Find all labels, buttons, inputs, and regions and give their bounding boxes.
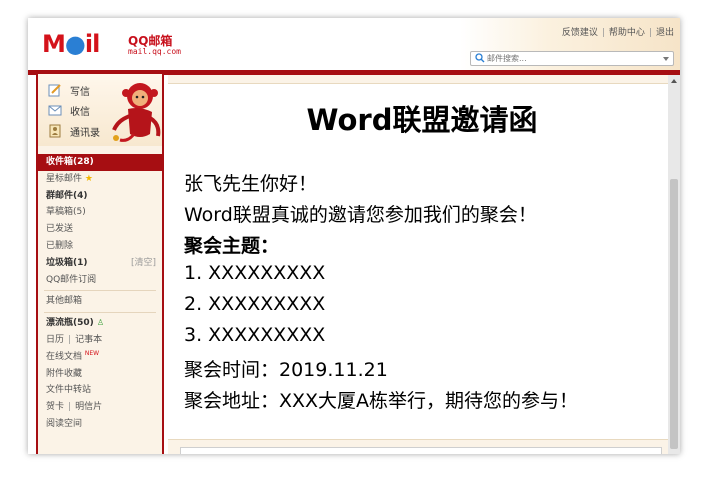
clear-spam-button[interactable]: [清空] [131,255,156,272]
online-docs-label: 在线文档 [46,351,83,362]
email-intro: Word联盟真诚的邀请您参加我们的聚会！ [184,204,537,226]
mail-search-box[interactable] [470,51,674,66]
feedback-link[interactable]: 反馈建议 [562,28,598,38]
content-top-bar [168,75,668,84]
logo-domain: mail.qq.com [128,47,181,56]
new-badge: NEW [84,349,100,357]
postcard-link[interactable]: 明信片 [75,402,102,412]
email-place: 聚会地址：XXX大厦A栋举行，期待您的参与！ [184,390,579,412]
bottle-icon: ♙ [96,318,105,328]
folder-spam-label: 垃圾箱(1) [46,257,88,268]
folder-other-mailbox[interactable]: 其他邮箱 [38,293,162,310]
search-dropdown-icon[interactable] [663,57,669,61]
notes-link[interactable]: 记事本 [75,335,102,345]
email-topic-item: 3. XXXXXXXXX [184,324,326,346]
search-icon [475,53,485,63]
logout-link[interactable]: 退出 [656,28,674,38]
logo-mail-text: M●il [42,30,100,58]
vertical-scrollbar[interactable] [668,75,680,454]
content-bottom-bar [168,439,668,454]
folder-starred-label: 星标邮件 [46,173,83,184]
contacts-label: 通讯录 [70,128,100,139]
scrollbar-thumb[interactable] [670,179,678,449]
folder-inbox[interactable]: 收件箱(28) [38,154,162,171]
folder-starred[interactable]: 星标邮件 ★ [38,171,162,188]
email-title: Word联盟邀请函 [306,103,538,137]
file-transfer-link[interactable]: 文件中转站 [38,382,162,399]
help-link[interactable]: 帮助中心 [609,28,645,38]
inbox-icon [48,105,62,116]
email-topic-label: 聚会主题： [184,235,280,257]
contacts-icon [49,124,61,138]
calendar-notes-row: 日历 | 记事本 [46,334,103,345]
mail-content-pane: Word联盟邀请函 张飞先生你好！ Word联盟真诚的邀请您参加我们的聚会！ 聚… [168,75,680,454]
email-topic-item: 1. XXXXXXXXX [184,262,326,284]
reply-box[interactable] [180,447,662,454]
star-icon: ★ [84,173,93,184]
attachment-favorites-link[interactable]: 附件收藏 [38,366,162,383]
top-links: 反馈建议 | 帮助中心 | 退出 [561,28,674,38]
mail-window: M●il QQ邮箱 mail.qq.com 反馈建议 | 帮助中心 | 退出 邮… [28,18,680,454]
folder-bottle[interactable]: 漂流瓶(50) ♙ [38,315,162,332]
quick-actions: 写信 收信 通讯录 [38,74,162,146]
email-greeting: 张飞先生你好！ [184,173,318,195]
receive-label: 收信 [70,107,90,118]
greeting-card-link[interactable]: 贺卡 [46,402,64,412]
reading-space-link[interactable]: 阅读空间 [38,416,162,433]
folder-group[interactable]: 群邮件(4) [38,188,162,205]
folder-spam[interactable]: 垃圾箱(1) [清空] [38,255,162,272]
folder-subscribe[interactable]: QQ邮件订阅 [38,272,162,289]
folder-sent[interactable]: 已发送 [38,221,162,238]
folder-deleted[interactable]: 已删除 [38,238,162,255]
cards-row: 贺卡 | 明信片 [46,402,103,413]
calendar-link[interactable]: 日历 [46,335,64,345]
folder-divider [44,290,156,292]
pencil-icon [48,84,61,97]
compose-label: 写信 [70,87,90,98]
folder-divider [44,312,156,314]
folder-list: 收件箱(28) 星标邮件 ★ 群邮件(4) 草稿箱(5) 已发送 已删除 垃圾箱… [38,154,162,433]
sidebar: 写信 收信 通讯录 收件箱(28) 星标邮件 ★ 群邮件(4) 草稿箱(5) 已… [36,74,164,454]
email-topic-item: 2. XXXXXXXXX [184,293,326,315]
search-input[interactable] [487,52,657,65]
scroll-up-icon[interactable] [671,79,677,83]
header: M●il QQ邮箱 mail.qq.com 反馈建议 | 帮助中心 | 退出 [28,18,680,70]
email-time: 聚会时间：2019.11.21 [184,359,388,381]
monkey-illustration-icon [112,83,161,142]
folder-drafts[interactable]: 草稿箱(5) [38,204,162,221]
folder-bottle-label: 漂流瓶(50) [46,318,94,329]
online-docs-link[interactable]: 在线文档 NEW [38,349,162,366]
